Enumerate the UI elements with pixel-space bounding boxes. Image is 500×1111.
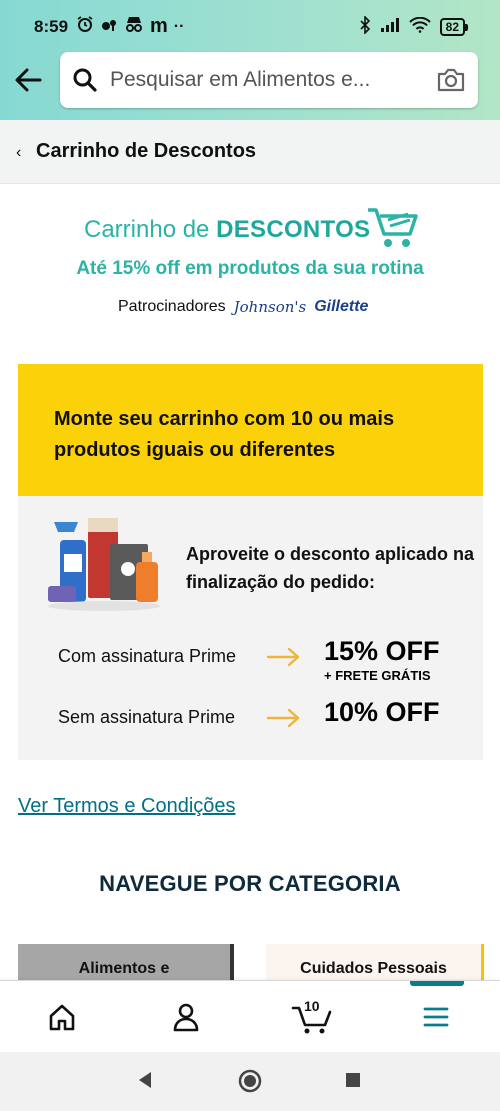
bottom-nav: 10 [0, 980, 500, 1052]
incognito-icon [124, 15, 144, 38]
discount-intro: Aproveite o desconto aplicado na finaliz… [186, 544, 475, 592]
system-back-icon[interactable] [136, 1070, 154, 1095]
sponsors: Patrocinadores Johnson's Gillette [118, 298, 368, 316]
bluetooth-earbuds-icon [100, 15, 118, 38]
discount-row-value: 10% OFF [324, 697, 440, 727]
search-icon [72, 67, 98, 93]
gmail-icon: m [150, 15, 168, 37]
system-nav-bar [0, 1052, 500, 1111]
shopping-cart-illustration-icon [366, 206, 420, 250]
gillette-logo: Gillette [314, 298, 369, 315]
system-recents-icon[interactable] [345, 1072, 361, 1093]
alarm-icon [76, 15, 94, 38]
header: 8:59 m ·· 82 Pesquisar em Alimentos e... [0, 0, 500, 120]
app-screen: 8:59 m ·· 82 Pesquisar em Alimentos e...… [0, 0, 500, 1111]
status-icons-right: 82 [359, 15, 468, 38]
category-heading: NAVEGUE POR CATEGORIA [99, 871, 401, 896]
category-tile-label: Cuidados Pessoais [300, 960, 447, 977]
discount-row-value: 15% OFF [324, 636, 440, 666]
battery-level: 82 [439, 18, 465, 36]
hero-subtitle: Até 15% off em produtos da sua rotina [76, 258, 424, 279]
back-arrow-icon[interactable] [12, 64, 44, 96]
account-icon[interactable] [166, 997, 206, 1037]
wifi-icon [408, 16, 431, 37]
status-time: 8:59 [34, 17, 69, 36]
promo-banner: Monte seu carrinho com 10 ou mais produt… [18, 364, 483, 496]
johnsons-logo: Johnson's [233, 298, 307, 316]
arrow-right-icon [266, 707, 302, 729]
search-input[interactable]: Pesquisar em Alimentos e... [60, 52, 478, 108]
hero-title: Carrinho de DESCONTOS [84, 216, 371, 243]
category-tile-food[interactable]: Alimentos e [18, 944, 234, 982]
system-home-icon[interactable] [238, 1069, 262, 1098]
chevron-left-icon: ‹ [16, 144, 22, 161]
home-icon[interactable] [42, 997, 82, 1037]
cart-count: 10 [304, 998, 320, 1014]
sponsors-label: Patrocinadores [118, 298, 226, 315]
search-placeholder: Pesquisar em Alimentos e... [110, 68, 371, 91]
bluetooth-icon [359, 15, 371, 38]
page-title: Carrinho de Descontos [36, 140, 257, 162]
battery-icon: 82 [439, 18, 468, 36]
discount-panel: Aproveite o desconto aplicado na finaliz… [18, 496, 483, 760]
menu-icon[interactable] [416, 997, 456, 1037]
signal-icon [380, 17, 400, 37]
discount-row-label: Sem assinatura Prime [58, 707, 236, 727]
products-illustration-icon [48, 514, 166, 614]
active-tab-indicator [410, 981, 464, 986]
arrow-right-icon [266, 646, 302, 668]
category-tile-label: Alimentos e [78, 960, 170, 977]
status-icons-left: m ·· [76, 15, 184, 38]
free-shipping-label: + FRETE GRÁTIS [324, 668, 431, 683]
breadcrumb[interactable]: ‹ Carrinho de Descontos [0, 120, 500, 184]
more-icon: ·· [173, 17, 185, 35]
discount-row-label: Com assinatura Prime [58, 646, 237, 666]
status-bar: 8:59 m ·· 82 [0, 0, 500, 52]
terms-link[interactable]: Ver Termos e Condições [18, 795, 236, 818]
category-tile-personal-care[interactable]: Cuidados Pessoais [266, 944, 484, 982]
camera-icon[interactable] [436, 66, 466, 94]
promo-banner-text: Monte seu carrinho com 10 ou mais produt… [54, 408, 395, 461]
